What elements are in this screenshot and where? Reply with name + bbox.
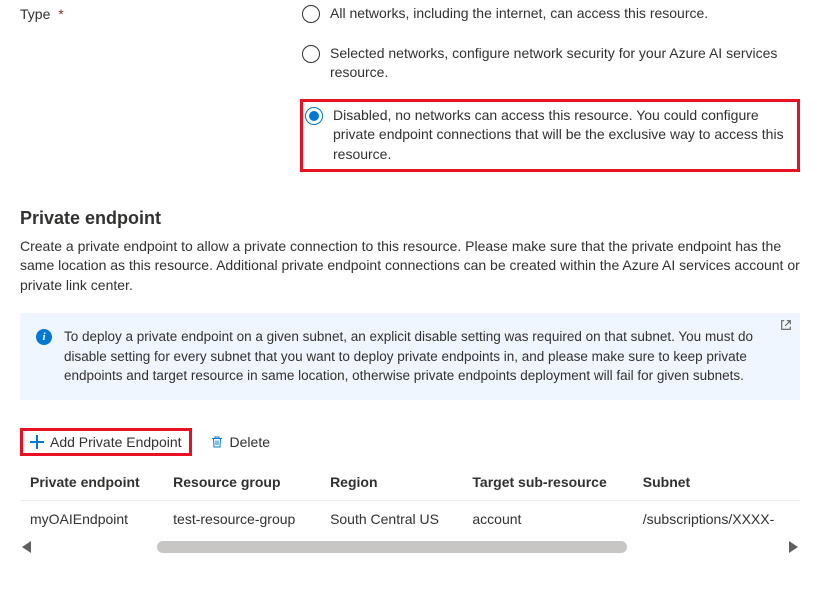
cell-endpoint: myOAIEndpoint <box>20 501 163 538</box>
scroll-left-arrow-icon[interactable] <box>22 541 31 553</box>
private-endpoint-description: Create a private endpoint to allow a pri… <box>20 237 800 296</box>
table-row[interactable]: myOAIEndpoint test-resource-group South … <box>20 501 800 538</box>
endpoint-toolbar: Add Private Endpoint Delete <box>20 428 800 456</box>
plus-icon <box>30 435 44 449</box>
radio-label: Selected networks, configure network sec… <box>330 44 794 83</box>
delete-button[interactable]: Delete <box>202 430 278 454</box>
col-resource-group[interactable]: Resource group <box>163 466 320 501</box>
cell-region: South Central US <box>320 501 462 538</box>
type-field-row: Type * All networks, including the inter… <box>20 0 800 184</box>
info-icon: i <box>36 329 52 345</box>
radio-icon[interactable] <box>302 5 320 23</box>
cell-resource-group: test-resource-group <box>163 501 320 538</box>
cell-target: account <box>462 501 632 538</box>
radio-label: Disabled, no networks can access this re… <box>333 106 791 165</box>
col-subnet[interactable]: Subnet <box>633 466 800 501</box>
radio-option-all-networks[interactable]: All networks, including the internet, ca… <box>300 0 800 28</box>
table-header-row: Private endpoint Resource group Region T… <box>20 466 800 501</box>
scroll-thumb[interactable] <box>157 541 627 553</box>
radio-option-disabled[interactable]: Disabled, no networks can access this re… <box>300 99 800 172</box>
info-text: To deploy a private endpoint on a given … <box>64 327 784 386</box>
private-endpoint-heading: Private endpoint <box>20 208 800 229</box>
info-callout: i To deploy a private endpoint on a give… <box>20 313 800 400</box>
horizontal-scrollbar[interactable] <box>20 537 800 555</box>
type-label-text: Type <box>20 6 50 22</box>
private-endpoints-table: Private endpoint Resource group Region T… <box>20 466 800 537</box>
radio-label: All networks, including the internet, ca… <box>330 4 794 24</box>
col-region[interactable]: Region <box>320 466 462 501</box>
radio-icon[interactable] <box>302 45 320 63</box>
network-type-radio-group: All networks, including the internet, ca… <box>300 0 800 184</box>
required-indicator: * <box>58 6 63 22</box>
scroll-track[interactable] <box>37 541 783 553</box>
delete-button-label: Delete <box>230 434 270 450</box>
scroll-right-arrow-icon[interactable] <box>789 541 798 553</box>
col-private-endpoint[interactable]: Private endpoint <box>20 466 163 501</box>
radio-option-selected-networks[interactable]: Selected networks, configure network sec… <box>300 40 800 87</box>
add-button-label: Add Private Endpoint <box>50 434 182 450</box>
external-link-icon[interactable] <box>780 319 792 334</box>
radio-icon[interactable] <box>305 107 323 125</box>
type-label: Type * <box>20 0 300 22</box>
add-private-endpoint-button[interactable]: Add Private Endpoint <box>20 428 192 456</box>
trash-icon <box>210 435 224 449</box>
col-target-sub-resource[interactable]: Target sub-resource <box>462 466 632 501</box>
cell-subnet: /subscriptions/XXXX- <box>633 501 800 538</box>
